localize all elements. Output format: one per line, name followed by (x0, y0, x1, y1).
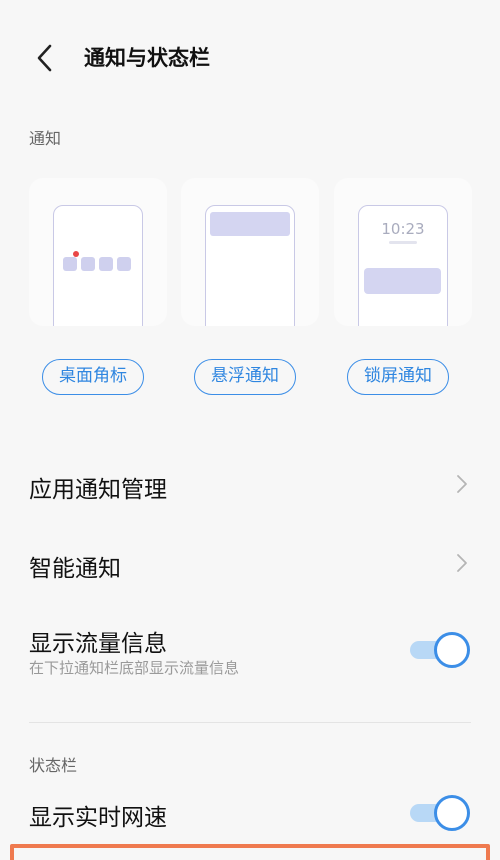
divider (29, 722, 471, 723)
floating-banner (210, 212, 290, 236)
row-title: 智能通知 (29, 556, 121, 582)
page-title: 通知与状态栏 (84, 46, 210, 70)
floating-card[interactable] (181, 178, 319, 326)
realtime-speed-toggle[interactable] (410, 795, 470, 831)
chevron-left-icon (37, 44, 52, 72)
header: 通知与状态栏 (0, 0, 500, 110)
section-label-notifications: 通知 (29, 129, 62, 148)
row-title: 应用通知管理 (29, 477, 167, 503)
floating-notification-illustration (205, 205, 295, 326)
highlight-box (10, 844, 490, 860)
floating-pill-button[interactable]: 悬浮通知 (194, 359, 296, 395)
badge-illustration (53, 205, 143, 326)
lockscreen-pill-button[interactable]: 锁屏通知 (347, 359, 449, 395)
show-traffic-toggle[interactable] (410, 632, 470, 668)
badge-card[interactable] (29, 178, 167, 326)
back-button[interactable] (30, 40, 60, 76)
badge-dot (73, 251, 79, 257)
chevron-right-icon (457, 475, 467, 493)
lockscreen-card[interactable]: 10:23 (334, 178, 472, 326)
badge-pill-button[interactable]: 桌面角标 (42, 359, 144, 395)
chevron-right-icon (457, 554, 467, 572)
row-title: 显示流量信息 (29, 631, 167, 657)
lockscreen-clock: 10:23 (381, 220, 425, 238)
row-subtitle: 在下拉通知栏底部显示流量信息 (29, 659, 240, 677)
row-title: 显示实时网速 (29, 805, 167, 831)
section-label-status-bar: 状态栏 (29, 756, 78, 775)
show-traffic-row: 显示流量信息 在下拉通知栏底部显示流量信息 (0, 615, 500, 690)
smart-notification-row[interactable]: 智能通知 (0, 528, 500, 598)
app-notification-mgmt-row[interactable]: 应用通知管理 (0, 450, 500, 520)
lockscreen-banner (364, 268, 441, 294)
realtime-speed-row: 显示实时网速 (0, 790, 500, 840)
lockscreen-notification-illustration: 10:23 (358, 205, 448, 326)
